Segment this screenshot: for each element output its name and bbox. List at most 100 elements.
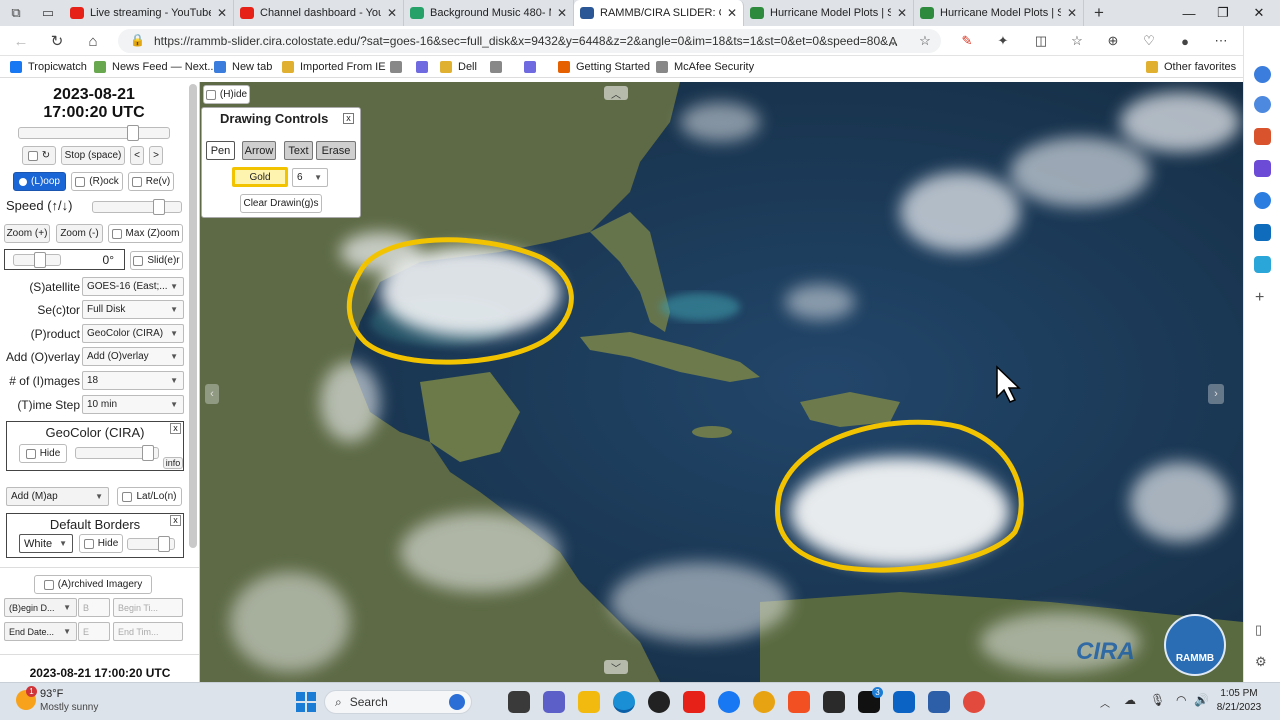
split-screen-icon[interactable]: ◫ <box>1032 32 1050 50</box>
back-icon[interactable]: ← <box>10 31 32 51</box>
tray-overflow-icon[interactable]: ︿ <box>1100 695 1110 710</box>
tab-close-icon[interactable]: ✕ <box>1067 6 1077 20</box>
drawing-tool-arrow[interactable]: Arrow <box>242 141 276 160</box>
task-view-icon[interactable] <box>508 691 530 713</box>
youtube-icon[interactable] <box>683 691 705 713</box>
tab-actions-icon[interactable]: ▭ <box>32 0 64 26</box>
browser-tab[interactable]: Hurricane Model Plots | Sou ✕ <box>914 0 1084 26</box>
app-icon[interactable] <box>753 691 775 713</box>
bookmark-other-favorites[interactable]: Other favorites <box>1146 59 1236 75</box>
bookmark-item[interactable]: News Feed — Next... <box>94 59 217 75</box>
max-zoom-button[interactable]: Max (Z)oom <box>108 224 183 243</box>
volume-icon[interactable]: 🔊 <box>1194 693 1209 707</box>
timestep-select[interactable]: 10 min ▼ <box>82 395 184 414</box>
extensions-icon[interactable]: ✦ <box>994 32 1012 50</box>
clock-date[interactable]: 8/21/2023 <box>1212 702 1266 713</box>
borders-opacity-slider[interactable] <box>127 536 175 552</box>
end-date-select[interactable]: End Date... ▼ <box>4 622 77 641</box>
edge-taskbar-icon[interactable] <box>613 691 635 713</box>
bookmark-item[interactable]: Tropicwatch <box>10 59 87 75</box>
weather-condition[interactable]: Mostly sunny <box>40 702 98 713</box>
bookmark-item[interactable]: Getting Started <box>558 59 650 75</box>
drawing-tool-erase[interactable]: Erase <box>316 141 356 160</box>
archived-imagery-button[interactable]: (A)rchived Imagery <box>34 575 152 594</box>
panel-scrollbar[interactable] <box>189 84 197 548</box>
borders-color-select[interactable]: White ▼ <box>19 534 73 553</box>
drop-icon[interactable] <box>1254 256 1271 273</box>
taskbar-search-box[interactable]: ⌕ Search <box>324 690 472 714</box>
tools-icon[interactable] <box>1254 160 1271 177</box>
restore-icon[interactable]: ❐ <box>1206 0 1240 26</box>
facebook-icon[interactable] <box>718 691 740 713</box>
add-sidebar-icon[interactable]: + <box>1255 289 1264 307</box>
time-slider[interactable] <box>18 125 170 141</box>
browser-essentials-icon[interactable]: ♡ <box>1140 32 1158 50</box>
tab-close-icon[interactable]: ✕ <box>557 6 567 20</box>
office-icon[interactable] <box>1254 192 1271 209</box>
close-window-icon[interactable]: ✕ <box>1242 0 1276 26</box>
rock-button[interactable]: (R)ock <box>71 172 123 191</box>
next-frame-button[interactable]: > <box>149 146 163 165</box>
pan-left-icon[interactable]: ‹ <box>205 384 219 404</box>
satellite-select[interactable]: GOES-16 (East;... ▼ <box>82 277 184 296</box>
begin-b-field[interactable]: B <box>78 598 110 617</box>
dell-icon[interactable] <box>648 691 670 713</box>
zoom-in-button[interactable]: Zoom (+) <box>4 224 50 243</box>
latlon-button[interactable]: Lat/Lo(n) <box>117 487 182 506</box>
home-icon[interactable]: ⌂ <box>82 31 104 51</box>
clock-time[interactable]: 1:05 PM <box>1212 688 1266 699</box>
pen-extension-icon[interactable]: ✎ <box>958 32 976 50</box>
url-bar[interactable]: 🔒 https://rammb-slider.cira.colostate.ed… <box>118 29 941 53</box>
pan-right-icon[interactable]: › <box>1208 384 1224 404</box>
browser-tab[interactable]: Live streaming - YouTube Stu ✕ <box>64 0 234 26</box>
rotation-control[interactable]: 0° <box>4 249 125 270</box>
sidebar-layout-icon[interactable]: ▯ <box>1255 622 1262 638</box>
sector-select[interactable]: Full Disk ▼ <box>82 300 184 319</box>
favorite-star-icon[interactable]: ☆ <box>916 32 934 50</box>
product-select[interactable]: GeoColor (CIRA) ▼ <box>82 324 184 343</box>
images-select[interactable]: 18 ▼ <box>82 371 184 390</box>
drawing-tool-pen[interactable]: Pen <box>206 141 235 160</box>
drawing-tool-text[interactable]: Text <box>284 141 313 160</box>
clear-drawings-button[interactable]: Clear Drawin(g)s <box>240 194 322 213</box>
refresh-button[interactable]: ↻ <box>22 146 56 165</box>
sidebar-settings-icon[interactable]: ⚙ <box>1255 654 1267 670</box>
pan-down-icon[interactable]: ﹀ <box>604 660 628 675</box>
borders-hide-button[interactable]: Hide <box>79 534 123 553</box>
layer-info-button[interactable]: info <box>163 457 183 469</box>
browser-tab[interactable]: Channel dashboard - YouTub ✕ <box>234 0 404 26</box>
weather-temp[interactable]: 93°F <box>40 688 63 700</box>
microphone-icon[interactable]: 🎙 <box>1150 693 1165 707</box>
bookmark-item[interactable] <box>490 59 508 75</box>
bookmark-item[interactable]: Imported From IE <box>282 59 386 75</box>
chrome-icon[interactable] <box>963 691 985 713</box>
profile-icon[interactable]: ● <box>1176 32 1194 50</box>
end-time-field[interactable]: End Tim... <box>113 622 183 641</box>
pen-size-select[interactable]: 6 ▼ <box>292 168 328 187</box>
begin-time-field[interactable]: Begin Ti... <box>113 598 183 617</box>
favorites-icon[interactable]: ☆ <box>1068 32 1086 50</box>
new-tab-button[interactable]: + <box>1084 0 1114 26</box>
bookmark-item[interactable] <box>524 59 542 75</box>
collections-icon[interactable]: ⊕ <box>1104 32 1122 50</box>
workspaces-icon[interactable]: ⧉ <box>0 0 32 26</box>
layer-hide-button[interactable]: Hide <box>19 444 67 463</box>
drawing-close-icon[interactable]: x <box>343 113 354 124</box>
settings-more-icon[interactable]: ⋯ <box>1212 32 1230 50</box>
display-app-icon[interactable] <box>893 691 915 713</box>
browser-tab[interactable]: RAMMB/CIRA SLIDER: GOES- ✕ <box>574 0 744 26</box>
zoom-out-button[interactable]: Zoom (-) <box>56 224 103 243</box>
hide-drawing-button[interactable]: (H)ide <box>203 85 250 104</box>
stop-button[interactable]: Stop (space) <box>61 146 125 165</box>
layer-close-icon[interactable]: x <box>170 423 181 434</box>
teams-chat-icon[interactable] <box>543 691 565 713</box>
tiktok-icon[interactable] <box>823 691 845 713</box>
overlay-select[interactable]: Add (O)verlay ▼ <box>82 347 184 366</box>
notifications-bell-icon[interactable] <box>1254 66 1271 83</box>
bookmark-item[interactable] <box>416 59 434 75</box>
search-icon[interactable] <box>1254 96 1271 113</box>
browser-tab[interactable]: Hurricane Model Plots | Sou ✕ <box>744 0 914 26</box>
cloud-sync-icon[interactable]: ☁ <box>1124 693 1136 707</box>
bookmark-item[interactable]: McAfee Security <box>656 59 754 75</box>
layer-opacity-slider[interactable] <box>75 445 159 461</box>
